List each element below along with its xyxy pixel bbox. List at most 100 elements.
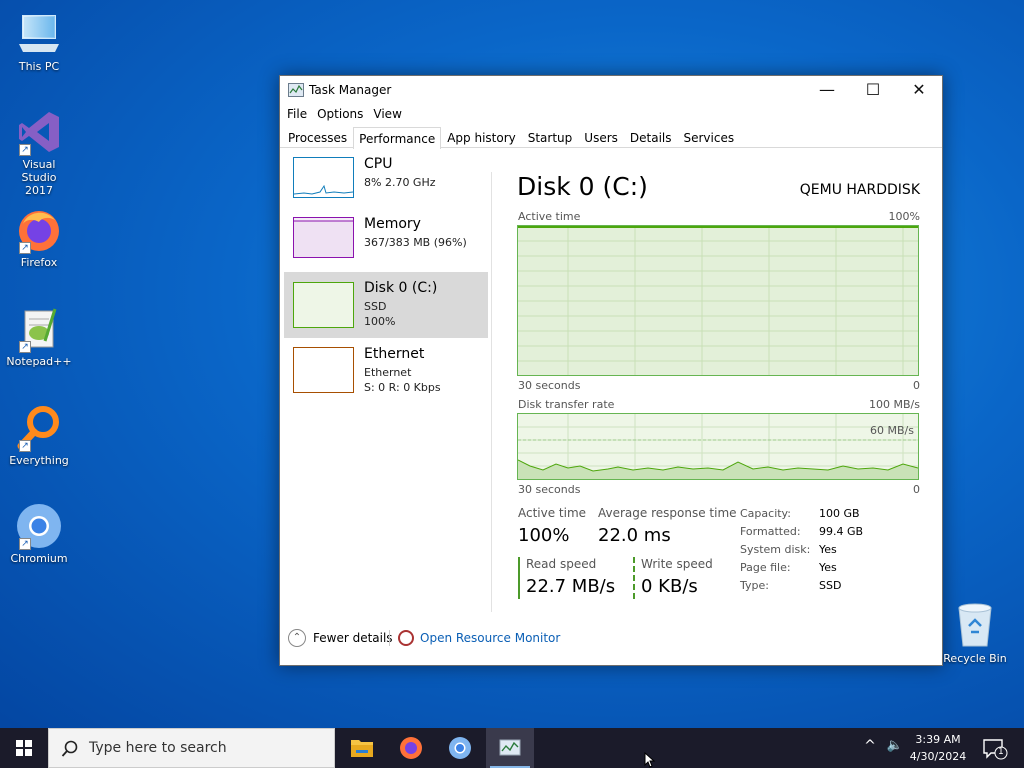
transfer-rate-graph-label: Disk transfer rate <box>518 398 615 411</box>
title-bar[interactable]: Task Manager — ☐ ✕ <box>280 76 942 104</box>
disk-model: QEMU HARDDISK <box>799 182 920 198</box>
magnifier-icon: ↗ <box>15 404 63 452</box>
sidebar-item-detail: 8% 2.70 GHz <box>364 176 436 189</box>
tab-performance[interactable]: Performance <box>353 127 442 149</box>
shortcut-arrow-icon: ↗ <box>19 440 31 452</box>
sidebar-item-detail: SSD <box>364 300 387 313</box>
taskbar-firefox[interactable] <box>387 728 435 768</box>
tab-app-history[interactable]: App history <box>441 126 522 147</box>
performance-content: CPU 8% 2.70 GHz Memory 367/383 MB (96%) … <box>280 148 944 614</box>
desktop-icon-label: This PC <box>18 60 60 73</box>
clock-date[interactable]: 4/30/2024 <box>906 750 970 763</box>
formatted-label: Formatted: <box>740 525 801 538</box>
minimize-button[interactable]: — <box>804 76 850 104</box>
desktop-icon-chromium[interactable]: ↗ Chromium <box>1 502 77 565</box>
sidebar-item-disk[interactable]: Disk 0 (C:) SSD 100% <box>284 272 488 338</box>
tab-strip: Processes Performance App history Startu… <box>280 126 942 149</box>
transfer-rate-graph-duration: 30 seconds <box>518 483 581 496</box>
chevron-up-icon[interactable]: ⌃ <box>288 629 306 647</box>
taskbar-chromium[interactable] <box>436 728 484 768</box>
chromium-icon <box>449 737 471 759</box>
read-speed-indicator <box>518 557 520 599</box>
desktop-icon-label: Recycle Bin <box>943 652 1007 665</box>
desktop-icon-everything[interactable]: ↗ Everything <box>1 404 77 467</box>
page-title: Disk 0 (C:) <box>517 172 648 201</box>
task-manager-icon <box>499 739 521 756</box>
desktop-icon-firefox[interactable]: ↗ Firefox <box>1 206 77 269</box>
write-speed-label: Write speed <box>641 557 713 571</box>
notepad-plus-plus-icon: ↗ <box>15 305 63 353</box>
page-file-value: Yes <box>819 561 837 574</box>
shortcut-arrow-icon: ↗ <box>19 538 31 550</box>
windows-logo-icon <box>16 740 32 756</box>
taskbar-file-explorer[interactable] <box>338 728 386 768</box>
volume-muted-icon[interactable]: 🔈 <box>884 738 906 753</box>
active-time-graph-max: 100% <box>888 210 920 223</box>
tab-details[interactable]: Details <box>624 126 678 147</box>
tab-users[interactable]: Users <box>578 126 624 147</box>
read-speed-value: 22.7 MB/s <box>526 576 616 597</box>
sidebar-item-memory[interactable]: Memory 367/383 MB (96%) <box>284 212 488 272</box>
sidebar-item-cpu[interactable]: CPU 8% 2.70 GHz <box>284 152 488 212</box>
shortcut-arrow-icon: ↗ <box>19 242 31 254</box>
visual-studio-icon: ↗ <box>15 108 63 156</box>
desktop-icon-notepad-plus-plus[interactable]: ↗ Notepad++ <box>1 305 77 368</box>
notification-count: 1 <box>998 747 1004 757</box>
desktop-icon-label: Notepad++ <box>6 355 72 368</box>
chromium-icon: ↗ <box>15 502 63 550</box>
notification-icon <box>983 739 1008 760</box>
menu-options[interactable]: Options <box>313 104 369 126</box>
footer-bar: ⌃ Fewer details Open Resource Monitor <box>280 613 944 665</box>
show-hidden-icons-button[interactable]: ^ <box>860 738 880 754</box>
active-time-value: 100% <box>518 525 570 546</box>
system-disk-label: System disk: <box>740 543 811 556</box>
active-time-graph-label: Active time <box>518 210 581 223</box>
sidebar-item-label: Memory <box>364 216 421 232</box>
resource-monitor-icon[interactable] <box>398 630 414 646</box>
open-resource-monitor-link[interactable]: Open Resource Monitor <box>420 631 560 645</box>
desktop-icon-visual-studio[interactable]: ↗ Visual Studio 2017 <box>1 108 77 197</box>
type-value: SSD <box>819 579 842 592</box>
window-title: Task Manager <box>309 83 392 97</box>
desktop-icon-recycle-bin[interactable]: Recycle Bin <box>940 600 1010 665</box>
computer-icon <box>15 10 63 58</box>
formatted-value: 99.4 GB <box>819 525 864 538</box>
sidebar-item-ethernet[interactable]: Ethernet Ethernet S: 0 R: 0 Kbps <box>284 342 488 402</box>
shortcut-arrow-icon: ↗ <box>19 144 31 156</box>
capacity-value: 100 GB <box>819 507 860 520</box>
clock-time[interactable]: 3:39 AM <box>908 733 968 746</box>
ethernet-thumbnail-graph <box>293 347 354 393</box>
menu-view[interactable]: View <box>369 104 407 126</box>
tab-processes[interactable]: Processes <box>282 126 353 147</box>
disk-thumbnail-graph <box>293 282 354 328</box>
fewer-details-button[interactable]: Fewer details <box>313 631 393 645</box>
footer-divider <box>389 630 390 646</box>
transfer-rate-inner-scale: 60 MB/s <box>870 424 914 437</box>
page-file-label: Page file: <box>740 561 791 574</box>
sidebar-item-usage: 100% <box>364 315 396 328</box>
sidebar-item-detail: Ethernet <box>364 366 412 379</box>
type-label: Type: <box>740 579 769 592</box>
tab-startup[interactable]: Startup <box>522 126 579 147</box>
write-speed-indicator <box>633 557 635 599</box>
notification-center-button[interactable]: 1 <box>980 736 1010 760</box>
mouse-cursor-icon <box>644 751 656 768</box>
resource-list: CPU 8% 2.70 GHz Memory 367/383 MB (96%) … <box>284 156 488 402</box>
task-manager-window: Task Manager — ☐ ✕ File Options View Pro… <box>279 75 943 666</box>
transfer-rate-graph-max: 100 MB/s <box>869 398 920 411</box>
taskbar-search-box[interactable]: Type here to search <box>48 728 335 768</box>
capacity-label: Capacity: <box>740 507 791 520</box>
taskbar-task-manager[interactable] <box>486 728 534 768</box>
close-button[interactable]: ✕ <box>896 76 942 104</box>
desktop-icon-this-pc[interactable]: This PC <box>1 10 77 73</box>
avg-response-label: Average response time <box>598 506 737 520</box>
active-time-graph-min: 0 <box>913 379 920 392</box>
maximize-button[interactable]: ☐ <box>850 76 896 104</box>
tab-services[interactable]: Services <box>678 126 741 147</box>
firefox-icon: ↗ <box>15 206 63 254</box>
desktop-icon-label: Chromium <box>10 552 68 565</box>
menu-file[interactable]: File <box>283 104 313 126</box>
folder-icon <box>351 740 373 757</box>
start-button[interactable] <box>0 728 48 768</box>
active-time-graph-duration: 30 seconds <box>518 379 581 392</box>
